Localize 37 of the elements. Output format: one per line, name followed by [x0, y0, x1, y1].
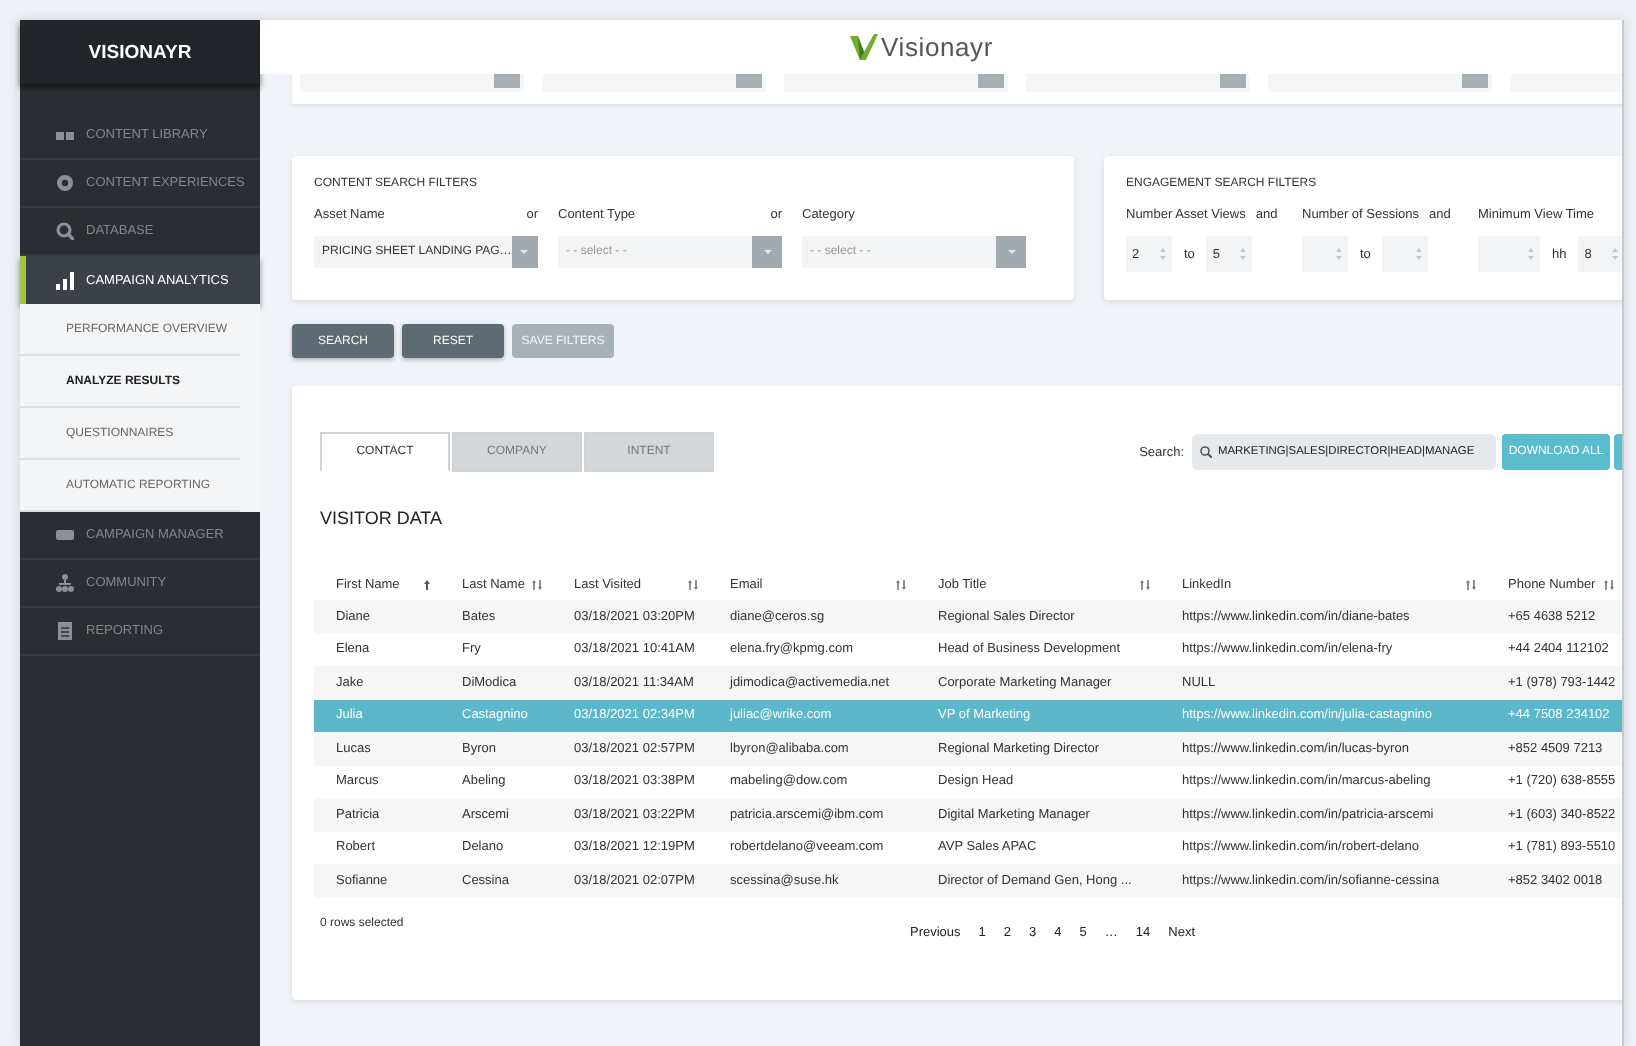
- dropdown-button[interactable]: [1220, 74, 1246, 88]
- network-icon: [56, 574, 74, 592]
- number-field[interactable]: [1478, 236, 1540, 272]
- ticket-icon: [56, 526, 74, 544]
- dropdown-button[interactable]: [752, 236, 782, 268]
- select-field[interactable]: [1268, 74, 1492, 92]
- circle-icon: [56, 174, 74, 192]
- select-field[interactable]: [300, 74, 524, 92]
- search-icon: [56, 222, 74, 240]
- caret-icon: [1007, 250, 1015, 254]
- dropdown-button[interactable]: [978, 74, 1004, 88]
- caret-icon: [763, 250, 771, 254]
- stepper-icon: [1612, 248, 1619, 260]
- number-field[interactable]: [1302, 236, 1348, 272]
- stepper-icon: [1160, 248, 1166, 260]
- dropdown-button[interactable]: [494, 74, 520, 88]
- table-title: VISITOR DATA: [320, 508, 445, 528]
- stepper-icon: [1416, 248, 1423, 260]
- logo-icon: [849, 34, 878, 60]
- dropdown-button[interactable]: [1462, 74, 1488, 88]
- stepper-icon: [1240, 248, 1247, 260]
- dropdown-button[interactable]: [736, 74, 762, 88]
- document-icon: [56, 622, 74, 640]
- dropdown-button[interactable]: [511, 236, 538, 268]
- select-field[interactable]: [784, 74, 1008, 92]
- number-field[interactable]: [1382, 236, 1429, 272]
- grid-icon: [56, 127, 74, 143]
- select-field[interactable]: [542, 74, 766, 92]
- stepper-icon: [1528, 248, 1534, 260]
- dropdown-button[interactable]: [996, 236, 1026, 268]
- select-field[interactable]: [1026, 74, 1250, 92]
- brand-name: VISIONAYR: [20, 20, 260, 84]
- bar-chart-icon: [56, 271, 74, 289]
- logo-text: Visionayr: [881, 32, 993, 62]
- search-icon: [1200, 446, 1212, 458]
- caret-icon: [520, 250, 529, 254]
- stepper-icon: [1336, 248, 1342, 260]
